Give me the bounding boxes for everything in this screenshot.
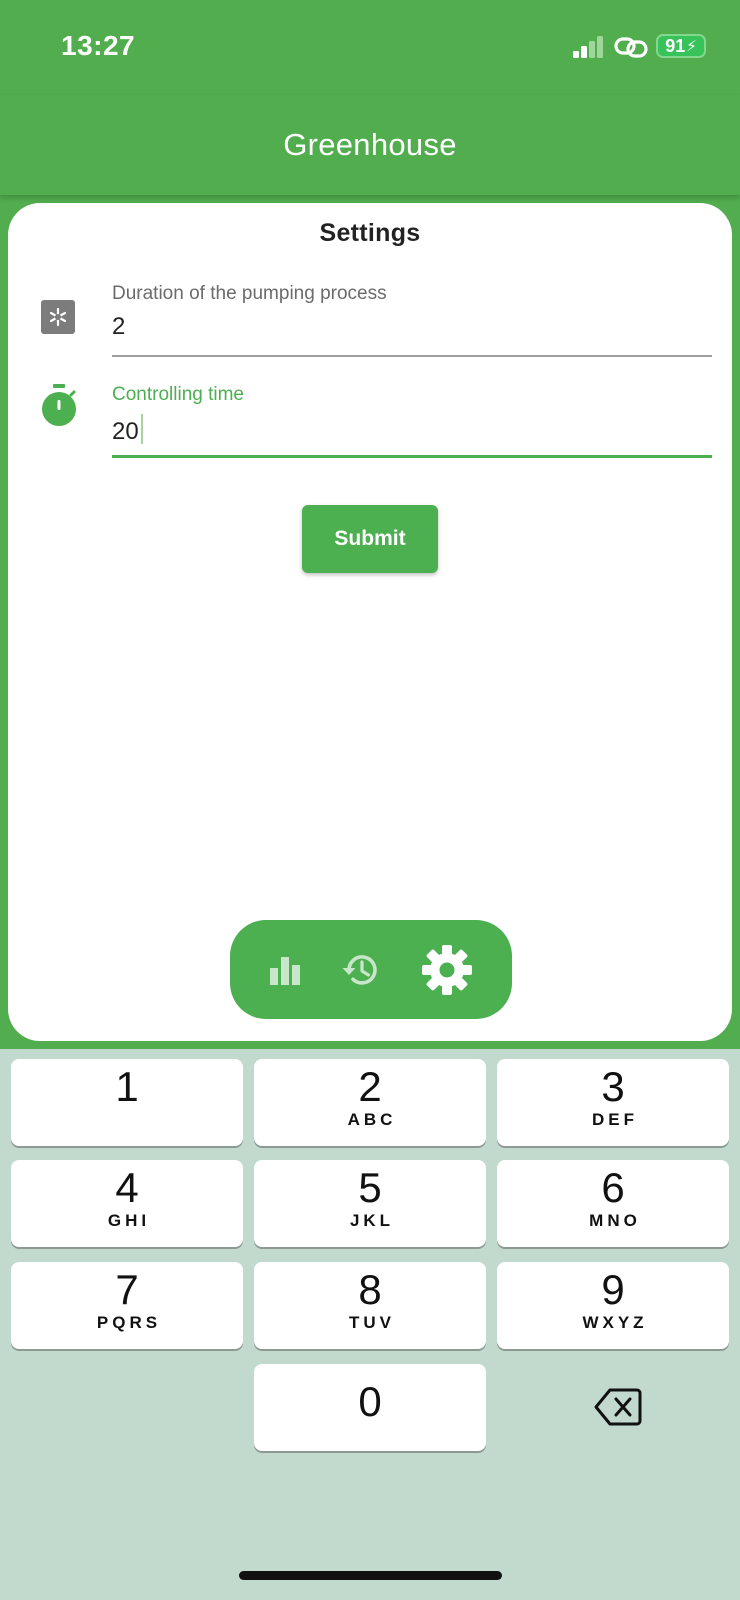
history-icon[interactable] bbox=[338, 947, 384, 993]
key-letters: TUV bbox=[349, 1313, 395, 1333]
bar-chart-icon[interactable] bbox=[263, 948, 307, 992]
pumping-duration-input[interactable]: 2 bbox=[112, 313, 125, 341]
key-6[interactable]: 6 MNO bbox=[497, 1160, 729, 1247]
controlling-time-underline bbox=[112, 455, 712, 458]
key-0[interactable]: 0 bbox=[254, 1364, 486, 1451]
cellular-signal-icon bbox=[573, 36, 605, 63]
app-title: Greenhouse bbox=[283, 127, 457, 162]
key-digit: 8 bbox=[358, 1266, 382, 1313]
key-digit: 5 bbox=[358, 1164, 382, 1211]
key-digit: 4 bbox=[115, 1164, 139, 1211]
key-2[interactable]: 2 ABC bbox=[254, 1059, 486, 1146]
settings-card: Settings Duration of the pumping process… bbox=[8, 203, 732, 1041]
key-1[interactable]: 1 bbox=[11, 1059, 243, 1146]
pumping-duration-field[interactable]: Duration of the pumping process 2 bbox=[8, 283, 732, 363]
key-digit: 1 bbox=[115, 1063, 139, 1110]
status-time: 13:27 bbox=[61, 30, 136, 61]
app-header: Greenhouse bbox=[0, 95, 740, 195]
snowflake-square-icon bbox=[41, 300, 75, 339]
key-3[interactable]: 3 DEF bbox=[497, 1059, 729, 1146]
home-indicator bbox=[239, 1571, 502, 1580]
text-caret bbox=[140, 414, 143, 444]
key-letters: DEF bbox=[592, 1110, 638, 1130]
key-5[interactable]: 5 JKL bbox=[254, 1160, 486, 1247]
key-digit: 0 bbox=[358, 1378, 382, 1425]
gear-icon[interactable] bbox=[419, 942, 475, 998]
pumping-duration-label: Duration of the pumping process bbox=[112, 283, 387, 304]
bottom-navigation bbox=[230, 920, 512, 1019]
charging-bolt-icon: ⚡ bbox=[686, 38, 697, 55]
key-letters: JKL bbox=[349, 1211, 395, 1231]
key-digit: 3 bbox=[601, 1063, 625, 1110]
controlling-time-input[interactable]: 20 bbox=[112, 414, 143, 446]
battery-level: 91 bbox=[665, 35, 686, 56]
key-digit: 2 bbox=[358, 1063, 382, 1110]
stopwatch-icon bbox=[41, 384, 77, 433]
key-letters: ABC bbox=[347, 1110, 397, 1130]
key-8[interactable]: 8 TUV bbox=[254, 1262, 486, 1349]
controlling-time-field[interactable]: Controlling time 20 bbox=[8, 384, 732, 464]
battery-indicator: 91 ⚡ bbox=[656, 34, 706, 58]
key-letters: MNO bbox=[589, 1211, 641, 1231]
key-digit: 6 bbox=[601, 1164, 625, 1211]
key-letters: WXYZ bbox=[582, 1313, 648, 1333]
key-4[interactable]: 4 GHI bbox=[11, 1160, 243, 1247]
controlling-time-label: Controlling time bbox=[112, 384, 244, 405]
key-7[interactable]: 7 PQRS bbox=[11, 1262, 243, 1349]
submit-button[interactable]: Submit bbox=[302, 505, 438, 573]
backspace-icon[interactable] bbox=[594, 1387, 642, 1432]
key-letters: PQRS bbox=[96, 1313, 162, 1333]
numeric-keypad: 1 2 ABC 3 DEF 4 GHI 5 JKL 6 MNO 7 PQRS 8… bbox=[0, 1049, 740, 1600]
settings-title: Settings bbox=[319, 219, 421, 247]
personal-hotspot-icon bbox=[614, 36, 648, 63]
key-digit: 9 bbox=[601, 1266, 625, 1313]
controlling-time-value: 20 bbox=[112, 418, 139, 445]
key-9[interactable]: 9 WXYZ bbox=[497, 1262, 729, 1349]
pumping-duration-underline bbox=[112, 355, 712, 357]
key-letters: GHI bbox=[107, 1211, 151, 1231]
status-bar: 13:27 91 ⚡ bbox=[0, 0, 740, 95]
key-digit: 7 bbox=[115, 1266, 139, 1313]
